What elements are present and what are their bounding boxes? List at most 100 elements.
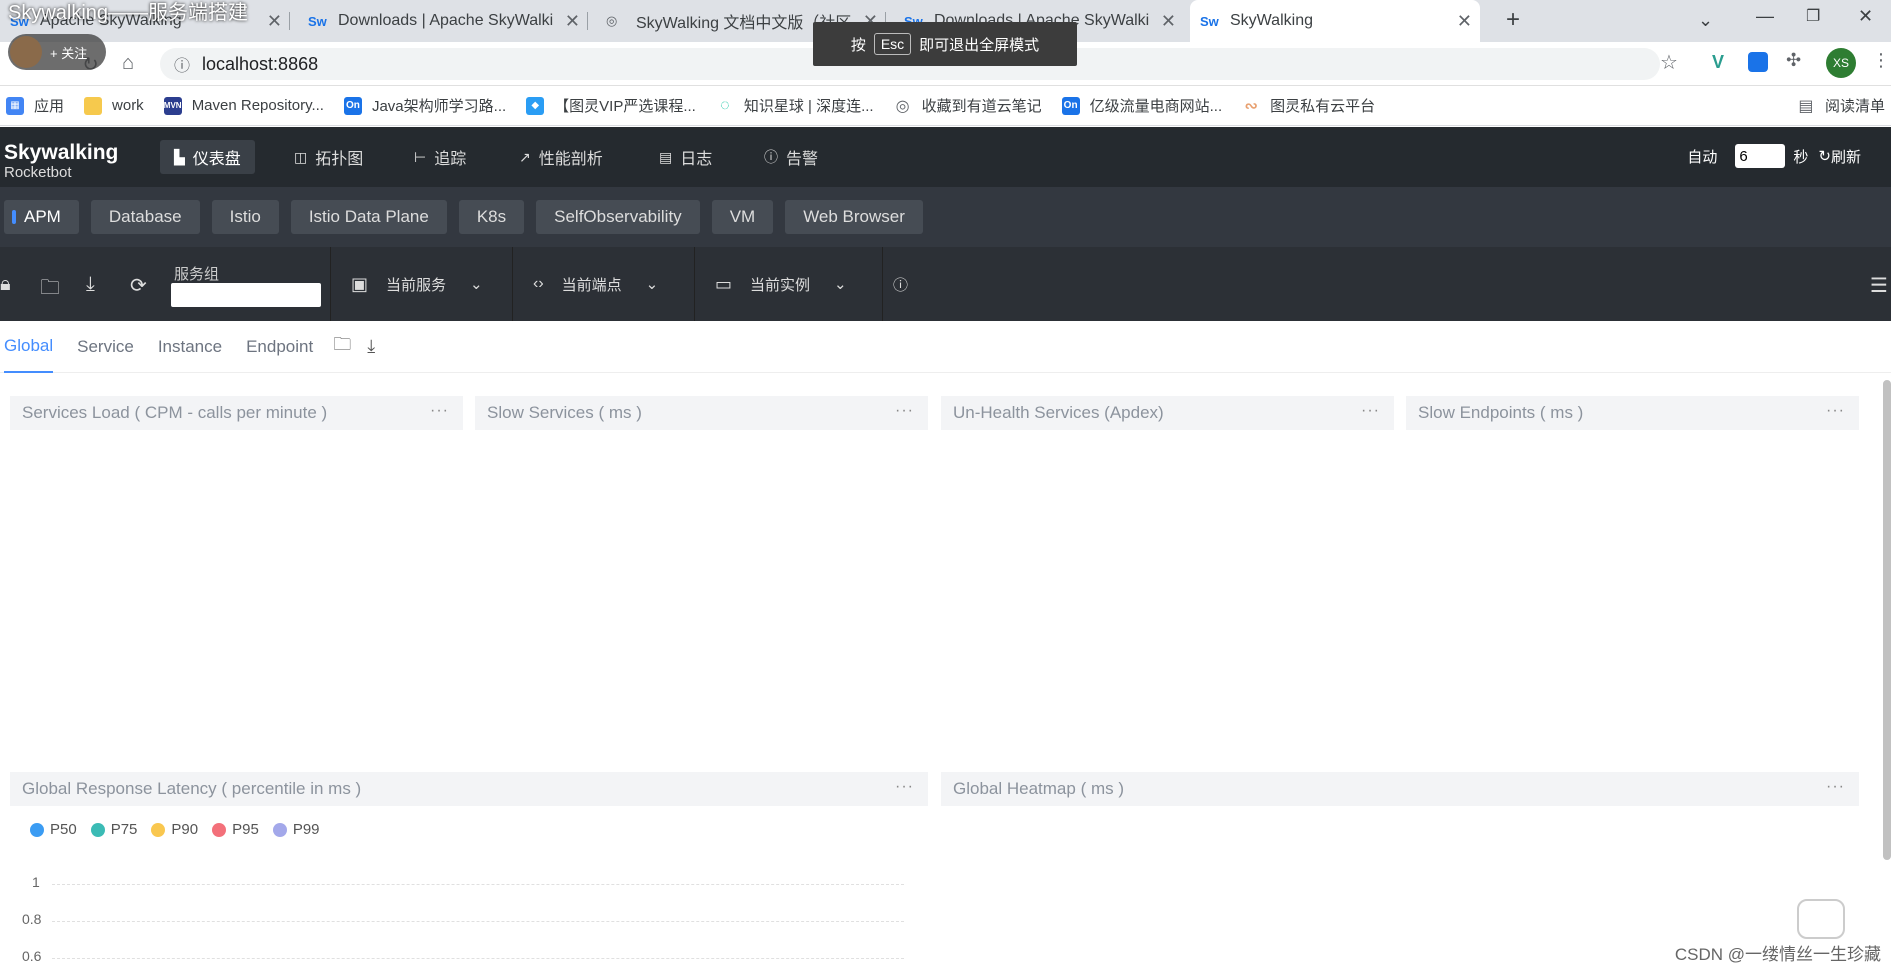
info-icon[interactable]: ⓘ [882, 247, 918, 321]
browser-menu-icon[interactable]: ⋮ [1872, 50, 1890, 71]
url-text: localhost:8868 [202, 53, 319, 74]
tab-endpoint[interactable]: Endpoint [246, 321, 313, 373]
browser-tab-active[interactable]: Sw SkyWalking ✕ [1190, 0, 1480, 42]
layer-tab-k8s[interactable]: K8s [458, 200, 525, 234]
minimize-icon[interactable]: — [1756, 6, 1774, 27]
more-icon[interactable]: ··· [1826, 402, 1845, 420]
folder-icon[interactable]: 🗀 [40, 273, 60, 307]
refresh-interval-input[interactable] [1735, 144, 1786, 168]
sync-icon[interactable]: ⟳ [130, 273, 147, 298]
bookmark-star-icon[interactable]: ☆ [1660, 50, 1678, 75]
legend-item[interactable]: P95 [212, 821, 259, 838]
more-icon[interactable]: ··· [895, 402, 914, 420]
layer-tab-web-browser[interactable]: Web Browser [785, 200, 923, 234]
folder-icon[interactable]: 🗀 [333, 332, 351, 362]
bookmark-item[interactable]: On Java架构师学习路... [343, 95, 506, 116]
folder-icon [84, 96, 103, 115]
on-icon: On [343, 96, 362, 115]
layer-tab-self-observability[interactable]: SelfObservability [536, 200, 700, 234]
nav-profiling[interactable]: ↗ 性能剖析 [505, 140, 617, 174]
extension-icon[interactable] [1748, 52, 1768, 72]
tab-search-icon[interactable]: ⌄ [1698, 10, 1713, 31]
legend-label: P99 [292, 821, 320, 838]
bookmark-item[interactable]: On 亿级流量电商网站... [1061, 95, 1222, 116]
bookmark-item[interactable]: ∾ 图灵私有云平台 [1242, 95, 1375, 116]
nav-alarm[interactable]: ⓘ 告警 [750, 140, 832, 174]
current-instance-label: 当前实例 [750, 276, 811, 294]
nav-dashboard[interactable]: ▙ 仪表盘 [160, 140, 255, 174]
close-icon[interactable]: ✕ [1161, 11, 1176, 32]
follow-button[interactable]: + 关注 [8, 34, 106, 70]
more-icon[interactable]: ··· [430, 402, 449, 420]
site-info-icon[interactable]: ⓘ [174, 52, 190, 76]
refresh-icon[interactable]: ↻ [1818, 147, 1831, 165]
close-icon[interactable]: ✕ [1457, 11, 1472, 32]
refresh-button[interactable]: 刷新 [1831, 146, 1861, 167]
layer-tabs: APM Database Istio Istio Data Plane K8s … [0, 187, 1891, 247]
turing-icon: ∾ [1242, 96, 1261, 115]
tab-instance[interactable]: Instance [158, 321, 222, 373]
trace-icon: ⊢ [414, 148, 427, 165]
panel-header: Services Load ( CPM - calls per minute )… [10, 396, 463, 430]
panel-title: Slow Endpoints ( ms ) [1418, 403, 1584, 422]
browser-tab-label: SkyWalking [1230, 12, 1313, 29]
browser-tab-label: Downloads | Apache SkyWalki [338, 12, 554, 29]
panel-header: Global Response Latency ( percentile in … [10, 772, 928, 806]
download-icon[interactable]: ⤓ [367, 336, 375, 357]
bookmark-item[interactable]: ◆ 【图灵VIP严选课程... [526, 95, 696, 116]
nav-logs[interactable]: ▤ 日志 [645, 140, 726, 174]
current-endpoint-select[interactable]: ‹› 当前端点 ⌄ [512, 247, 692, 321]
bookmark-item[interactable]: ◎ 收藏到有道云笔记 [893, 95, 1042, 116]
nav-topology[interactable]: ◫ 拓扑图 [280, 140, 377, 174]
bookmark-apps[interactable]: ▦ 应用 [6, 95, 64, 116]
legend-item[interactable]: P90 [151, 821, 198, 838]
bookmark-item[interactable]: MVN Maven Repository... [163, 96, 324, 115]
close-icon[interactable]: ✕ [267, 11, 282, 32]
watermark: CSDN @一缕情丝一生珍藏 [1674, 945, 1881, 964]
bookmark-item[interactable]: ◌ 知识星球 | 深度连... [715, 95, 874, 116]
layer-tab-database[interactable]: Database [90, 200, 200, 234]
tab-service[interactable]: Service [77, 321, 134, 373]
new-tab-icon[interactable]: + [1506, 6, 1520, 34]
profile-avatar[interactable]: XS [1826, 48, 1856, 78]
code-icon: ‹› [533, 275, 544, 292]
more-icon[interactable]: ··· [1361, 402, 1380, 420]
layer-tab-istio-data-plane[interactable]: Istio Data Plane [290, 200, 447, 234]
auto-label[interactable]: 自动 [1687, 146, 1717, 167]
home-icon[interactable]: ⌂ [122, 52, 134, 75]
scrollbar[interactable] [1883, 380, 1891, 860]
close-icon[interactable]: ✕ [565, 11, 580, 32]
reading-list[interactable]: ▤ 阅读清单 [1796, 95, 1885, 116]
maximize-icon[interactable]: ❐ [1806, 6, 1820, 26]
current-service-select[interactable]: ▣ 当前服务 ⌄ [330, 247, 510, 321]
layer-tab-istio[interactable]: Istio [211, 200, 279, 234]
current-instance-select[interactable]: ▭ 当前实例 ⌄ [694, 247, 874, 321]
sidebar-toggle-icon[interactable]: ☰ [1870, 273, 1888, 298]
chevron-down-icon: ⌄ [645, 276, 659, 293]
window-close-icon[interactable]: ✕ [1858, 6, 1873, 27]
tab-global[interactable]: Global [4, 321, 54, 373]
legend-item[interactable]: P50 [30, 821, 77, 838]
apps-grid-icon: ▦ [6, 96, 24, 115]
play-icon[interactable] [1797, 899, 1845, 939]
more-icon[interactable]: ··· [895, 778, 914, 796]
service-group-input[interactable] [171, 283, 321, 307]
extension-icon[interactable]: V [1712, 52, 1724, 73]
legend-item[interactable]: P75 [90, 821, 137, 838]
service-group-label: 服务组 [174, 266, 220, 283]
nav-trace[interactable]: ⊢ 追踪 [400, 140, 480, 174]
lock-icon[interactable]: 🔒︎ [0, 273, 11, 296]
chevron-down-icon: ⌄ [834, 276, 847, 293]
app-logo[interactable]: Skywalking Rocketbot [4, 142, 118, 183]
legend-item[interactable]: P99 [272, 821, 320, 838]
download-icon[interactable]: ⤓ [86, 273, 95, 296]
panel-title: Un-Health Services (Apdex) [953, 403, 1164, 422]
extensions-puzzle-icon[interactable]: ✣ [1786, 50, 1801, 71]
bookmark-item[interactable]: work [84, 96, 144, 115]
nav-label: 日志 [680, 151, 713, 168]
browser-tab[interactable]: Sw Downloads | Apache SkyWalki ✕ [298, 0, 588, 42]
more-icon[interactable]: ··· [1826, 778, 1845, 796]
layer-tab-vm[interactable]: VM [711, 200, 774, 234]
layer-tab-apm[interactable]: APM [4, 200, 79, 234]
bookmarks-bar: ▦ 应用 work MVN Maven Repository... On Java架构… [0, 86, 1891, 126]
